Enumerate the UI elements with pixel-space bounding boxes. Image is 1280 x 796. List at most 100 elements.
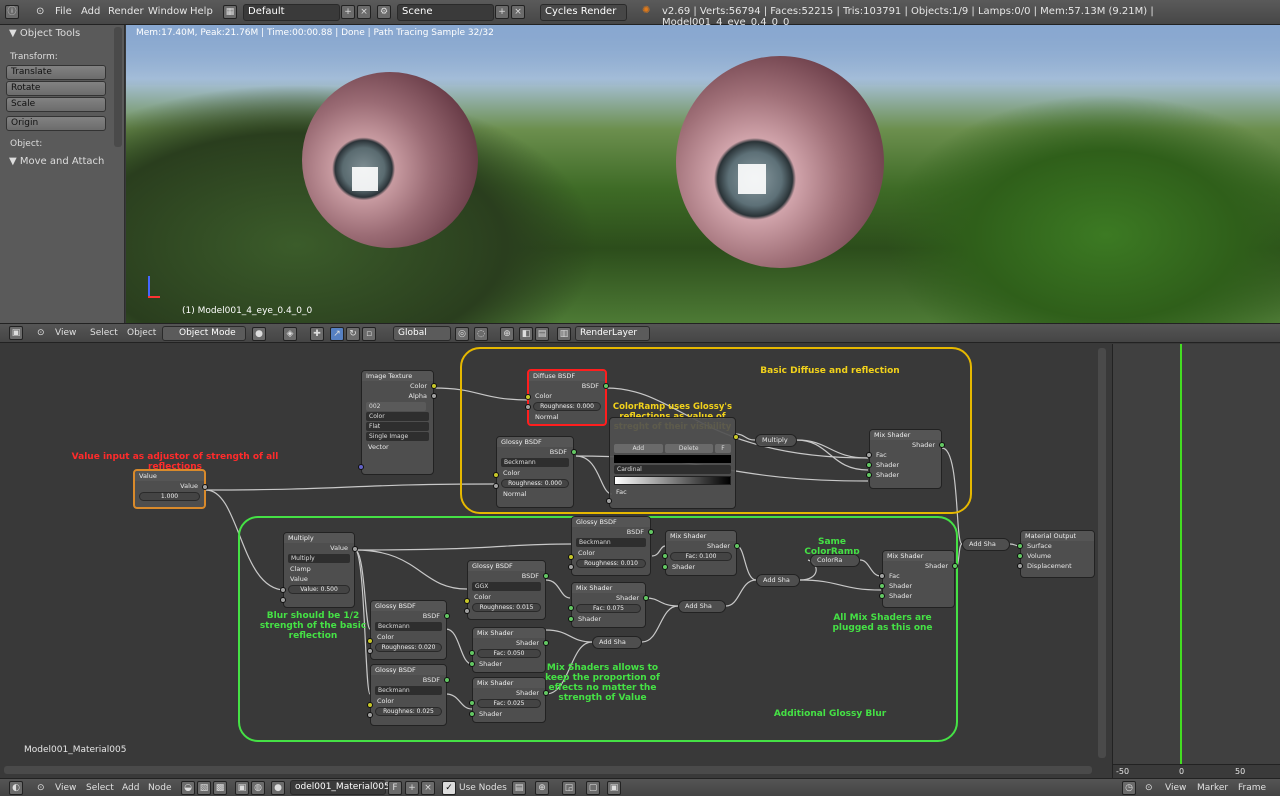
glossy-bsdf-blur4-node[interactable]: Glossy BSDF BSDF Beckmann Color Roughnes… [367, 664, 450, 726]
layers-icon[interactable]: ◎ [455, 327, 469, 341]
socket[interactable] [525, 394, 531, 400]
socket[interactable] [280, 597, 286, 603]
material-icon[interactable]: ● [271, 781, 285, 795]
socket[interactable] [733, 434, 739, 440]
roughness-field[interactable]: Roughness: 0.000 [501, 479, 569, 488]
material-field[interactable]: odel001_Material005 [290, 780, 390, 795]
move-attach-header[interactable]: ▼ Move and Attach [9, 156, 104, 167]
distribution-select[interactable]: GGX [472, 582, 541, 591]
view-menu[interactable]: View [55, 328, 76, 338]
timeline-marker-menu[interactable]: Marker [1197, 783, 1228, 793]
translate-manip-icon[interactable]: ↗ [330, 327, 344, 341]
menu-render[interactable]: Render [108, 6, 144, 17]
object-tools-header[interactable]: ▼ Object Tools [9, 28, 80, 39]
socket[interactable] [1017, 553, 1023, 559]
operation-select[interactable]: Multiply [288, 554, 350, 563]
socket[interactable] [879, 593, 885, 599]
remove-material-icon[interactable]: × [421, 781, 435, 795]
socket[interactable] [469, 650, 475, 656]
object-icon[interactable]: ▣ [235, 781, 249, 795]
interpolation-select[interactable]: Cardinal [614, 465, 731, 474]
roughness-field[interactable]: Roughness: 0.010 [576, 559, 646, 568]
info-editor-icon[interactable]: ⓘ [5, 5, 19, 19]
scene-field[interactable]: Scene [397, 4, 494, 21]
mix-shader-blur2-node[interactable]: Mix Shader Shader Fac: 0.075 Shader [568, 582, 649, 628]
socket[interactable] [866, 462, 872, 468]
colorramp-gradient[interactable] [614, 476, 731, 485]
socket[interactable] [662, 564, 668, 570]
menu-window[interactable]: Window [148, 6, 187, 17]
shading-icon[interactable]: ● [252, 327, 266, 341]
socket[interactable] [603, 383, 609, 389]
node-editor[interactable]: Basic Diffuse and reflection ColorRamp u… [0, 344, 1108, 778]
timeline-view-menu[interactable]: View [1165, 783, 1186, 793]
socket[interactable] [444, 677, 450, 683]
colorramp-add-button[interactable]: Add [614, 444, 663, 453]
socket[interactable] [952, 563, 958, 569]
image-count[interactable]: 002 [366, 402, 426, 411]
render-preview-icon[interactable]: ◧ [519, 327, 533, 341]
add-shader-node-final[interactable]: Add Sha [962, 538, 1010, 551]
snap-node-icon[interactable]: ◲ [562, 781, 576, 795]
socket[interactable] [568, 564, 574, 570]
collapse-icon[interactable]: ⊙ [1145, 783, 1153, 793]
socket[interactable] [464, 608, 470, 614]
socket[interactable] [568, 616, 574, 622]
view-menu[interactable]: View [55, 783, 76, 793]
shader-nodes-icon[interactable]: ◒ [181, 781, 195, 795]
socket[interactable] [352, 546, 358, 552]
socket[interactable] [939, 442, 945, 448]
add-menu[interactable]: Add [122, 783, 139, 793]
socket[interactable] [543, 640, 549, 646]
collapse-icon[interactable]: ⊙ [37, 783, 45, 793]
compositing-nodes-icon[interactable]: ▧ [197, 781, 211, 795]
mix-shader-top-node[interactable]: Mix Shader Shader Fac Shader Shader [866, 429, 945, 489]
socket[interactable] [367, 712, 373, 718]
add-shader-node-2[interactable]: Add Sha [678, 600, 726, 613]
socket[interactable] [1017, 543, 1023, 549]
distribution-select[interactable]: Beckmann [375, 622, 442, 631]
collapse-icon[interactable]: ⊙ [37, 328, 45, 338]
render-layer-icon[interactable]: ▥ [557, 327, 571, 341]
render-engine-select[interactable]: Cycles Render [540, 4, 627, 21]
socket[interactable] [543, 573, 549, 579]
socket[interactable] [543, 690, 549, 696]
roughness-field[interactable]: Roughness: 0.015 [472, 603, 541, 612]
add-material-icon[interactable]: + [405, 781, 419, 795]
material-output-node[interactable]: Material Output Surface Volume Displacem… [1017, 530, 1095, 578]
origin-button[interactable]: Origin [6, 116, 106, 131]
node-editor-type-icon[interactable]: ◐ [9, 781, 23, 795]
render-layer-field[interactable]: RenderLayer [575, 326, 650, 341]
socket[interactable] [662, 553, 668, 559]
roughness-field[interactable]: Roughness: 0.000 [533, 402, 601, 411]
current-frame-line[interactable] [1180, 344, 1182, 764]
fac-field[interactable]: Fac: 0.050 [477, 649, 541, 658]
fake-user-button[interactable]: F [388, 781, 402, 795]
diffuse-bsdf-node[interactable]: Diffuse BSDF BSDF Color Roughness: 0.000… [525, 369, 609, 426]
add-scene-icon[interactable]: + [495, 5, 509, 19]
socket[interactable] [367, 648, 373, 654]
node-vertical-scrollbar[interactable] [1098, 348, 1106, 758]
timeline-editor-icon[interactable]: ◷ [1122, 781, 1136, 795]
snap-icon[interactable]: ⊕ [500, 327, 514, 341]
socket[interactable] [202, 484, 208, 490]
socket[interactable] [866, 472, 872, 478]
image-texture-node[interactable]: Image Texture Color Alpha 002 Color Flat… [358, 370, 437, 475]
scale-manip-icon[interactable]: ▫ [362, 327, 376, 341]
rotate-button[interactable]: Rotate [6, 81, 106, 96]
socket[interactable] [568, 605, 574, 611]
socket[interactable] [571, 449, 577, 455]
add-layout-icon[interactable]: + [341, 5, 355, 19]
colorramp-color-bar[interactable] [614, 455, 731, 463]
socket[interactable] [469, 661, 475, 667]
select-menu[interactable]: Select [90, 328, 118, 338]
socket[interactable] [866, 452, 872, 458]
distribution-select[interactable]: Beckmann [375, 686, 442, 695]
glossy-bsdf-blur3-node[interactable]: Glossy BSDF BSDF Beckmann Color Roughnes… [367, 600, 450, 660]
snap-icon[interactable]: ⊕ [535, 781, 549, 795]
layout-field[interactable]: Default [243, 4, 340, 21]
colorramp-node[interactable]: Add Delete F Cardinal Fac [606, 417, 739, 509]
copy-icon[interactable]: ▢ [586, 781, 600, 795]
3d-viewport[interactable]: Mem:17.40M, Peak:21.76M | Time:00:00.88 … [126, 25, 1280, 323]
paste-icon[interactable]: ▣ [607, 781, 621, 795]
